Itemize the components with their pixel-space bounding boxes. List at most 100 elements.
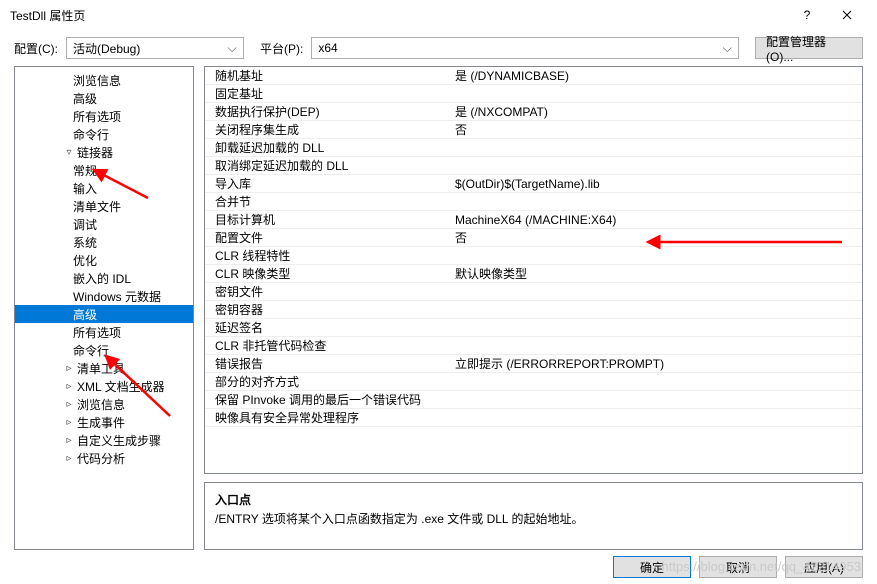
property-row[interactable]: CLR 线程特性 (205, 247, 862, 265)
config-manager-button[interactable]: 配置管理器(O)... (755, 37, 863, 59)
property-label: 映像具有安全异常处理程序 (205, 409, 451, 426)
property-row[interactable]: CLR 非托管代码检查 (205, 337, 862, 355)
property-row[interactable]: 固定基址 (205, 85, 862, 103)
property-label: CLR 线程特性 (205, 247, 451, 264)
footer: 确定 取消 应用(A) (0, 550, 877, 584)
help-button[interactable]: ? (787, 0, 827, 30)
property-value: 立即提示 (/ERRORREPORT:PROMPT) (451, 355, 862, 372)
tree-item-label: 输入 (73, 180, 97, 197)
property-label: 关闭程序集生成 (205, 121, 451, 138)
property-value: 否 (451, 121, 862, 138)
expander-open-icon: ▿ (63, 147, 75, 158)
property-label: 固定基址 (205, 85, 451, 102)
tree-item-label: 高级 (73, 306, 97, 323)
tree-item-label: 命令行 (73, 126, 109, 143)
property-label: 保留 PInvoke 调用的最后一个错误代码 (205, 391, 451, 408)
tree-item[interactable]: ▹XML 文档生成器 (15, 377, 193, 395)
property-row[interactable]: 取消绑定延迟加载的 DLL (205, 157, 862, 175)
property-row[interactable]: 延迟签名 (205, 319, 862, 337)
tree-item-label: 生成事件 (77, 414, 125, 431)
property-row[interactable]: CLR 映像类型默认映像类型 (205, 265, 862, 283)
close-button[interactable] (827, 0, 867, 30)
tree-item[interactable]: ▹自定义生成步骤 (15, 431, 193, 449)
cancel-button[interactable]: 取消 (699, 556, 777, 578)
expander-closed-icon: ▹ (63, 417, 75, 428)
expander-closed-icon: ▹ (63, 381, 75, 392)
property-row[interactable]: 配置文件否 (205, 229, 862, 247)
property-label: 随机基址 (205, 67, 451, 84)
tree-item[interactable]: Windows 元数据 (15, 287, 193, 305)
tree-item[interactable]: 优化 (15, 251, 193, 269)
property-row[interactable]: 目标计算机MachineX64 (/MACHINE:X64) (205, 211, 862, 229)
property-label: 合并节 (205, 193, 451, 210)
toolbar: 配置(C): 活动(Debug) ⌵ 平台(P): x64 ⌵ 配置管理器(O)… (0, 30, 877, 66)
tree-item[interactable]: 浏览信息 (15, 71, 193, 89)
tree-item[interactable]: 所有选项 (15, 107, 193, 125)
close-icon (842, 10, 852, 20)
tree-item[interactable]: 所有选项 (15, 323, 193, 341)
tree-item[interactable]: 高级 (15, 89, 193, 107)
ok-button[interactable]: 确定 (613, 556, 691, 578)
property-grid[interactable]: 随机基址是 (/DYNAMICBASE)固定基址数据执行保护(DEP)是 (/N… (204, 66, 863, 474)
tree-item[interactable]: ▹清单工具 (15, 359, 193, 377)
property-row[interactable]: 卸载延迟加载的 DLL (205, 139, 862, 157)
tree-item[interactable]: 嵌入的 IDL (15, 269, 193, 287)
category-tree[interactable]: 浏览信息高级所有选项命令行▿链接器常规输入清单文件调试系统优化嵌入的 IDLWi… (14, 66, 194, 550)
apply-button[interactable]: 应用(A) (785, 556, 863, 578)
property-label: 卸载延迟加载的 DLL (205, 139, 451, 156)
property-value: 默认映像类型 (451, 265, 862, 282)
property-label: 延迟签名 (205, 319, 451, 336)
tree-item[interactable]: 高级 (15, 305, 193, 323)
property-row[interactable]: 密钥文件 (205, 283, 862, 301)
property-row[interactable]: 合并节 (205, 193, 862, 211)
tree-item[interactable]: 常规 (15, 161, 193, 179)
tree-item[interactable]: 系统 (15, 233, 193, 251)
tree-item-label: 嵌入的 IDL (73, 270, 131, 287)
property-row[interactable]: 导入库$(OutDir)$(TargetName).lib (205, 175, 862, 193)
window-title: TestDll 属性页 (10, 7, 787, 24)
tree-item[interactable]: ▹浏览信息 (15, 395, 193, 413)
tree-item[interactable]: ▹代码分析 (15, 449, 193, 467)
tree-item[interactable]: ▹生成事件 (15, 413, 193, 431)
expander-closed-icon: ▹ (63, 453, 75, 464)
tree-item[interactable]: 输入 (15, 179, 193, 197)
property-row[interactable]: 关闭程序集生成否 (205, 121, 862, 139)
property-row[interactable]: 映像具有安全异常处理程序 (205, 409, 862, 427)
tree-item-label: 清单文件 (73, 198, 121, 215)
tree-item[interactable]: 清单文件 (15, 197, 193, 215)
tree-item-label: 命令行 (73, 342, 109, 359)
description-header: 入口点 (215, 491, 852, 508)
platform-value: x64 (318, 41, 718, 55)
property-value: 是 (/NXCOMPAT) (451, 103, 862, 120)
property-label: 目标计算机 (205, 211, 451, 228)
tree-item-label: 链接器 (77, 144, 113, 161)
tree-item-label: 浏览信息 (77, 396, 125, 413)
property-label: 部分的对齐方式 (205, 373, 451, 390)
tree-item-label: 自定义生成步骤 (77, 432, 161, 449)
tree-item-label: Windows 元数据 (73, 288, 161, 305)
property-row[interactable]: 部分的对齐方式 (205, 373, 862, 391)
description-panel: 入口点 /ENTRY 选项将某个入口点函数指定为 .exe 文件或 DLL 的起… (204, 482, 863, 550)
tree-item[interactable]: ▿链接器 (15, 143, 193, 161)
property-row[interactable]: 错误报告立即提示 (/ERRORREPORT:PROMPT) (205, 355, 862, 373)
tree-item-label: 清单工具 (77, 360, 125, 377)
titlebar: TestDll 属性页 ? (0, 0, 877, 30)
property-label: 密钥容器 (205, 301, 451, 318)
config-combobox[interactable]: 活动(Debug) ⌵ (66, 37, 244, 59)
property-label: CLR 映像类型 (205, 265, 451, 282)
property-row[interactable]: 数据执行保护(DEP)是 (/NXCOMPAT) (205, 103, 862, 121)
property-label: 取消绑定延迟加载的 DLL (205, 157, 451, 174)
property-value: 否 (451, 229, 862, 246)
property-value: MachineX64 (/MACHINE:X64) (451, 213, 862, 227)
tree-item-label: 常规 (73, 162, 97, 179)
expander-closed-icon: ▹ (63, 435, 75, 446)
property-row[interactable]: 随机基址是 (/DYNAMICBASE) (205, 67, 862, 85)
tree-item[interactable]: 调试 (15, 215, 193, 233)
platform-combobox[interactable]: x64 ⌵ (311, 37, 739, 59)
property-row[interactable]: 保留 PInvoke 调用的最后一个错误代码 (205, 391, 862, 409)
property-label: 错误报告 (205, 355, 451, 372)
tree-item[interactable]: 命令行 (15, 341, 193, 359)
tree-item-label: 所有选项 (73, 324, 121, 341)
property-row[interactable]: 密钥容器 (205, 301, 862, 319)
tree-item[interactable]: 命令行 (15, 125, 193, 143)
